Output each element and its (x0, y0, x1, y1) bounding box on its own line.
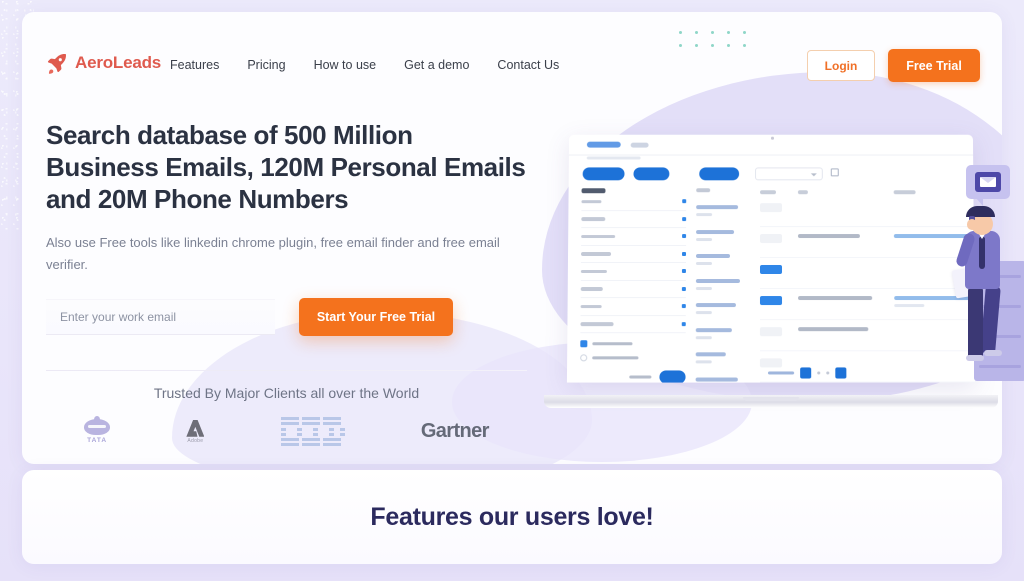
brand-name: AeroLeads (75, 53, 162, 72)
ibm-logo (280, 417, 345, 447)
legs (966, 284, 1002, 361)
decorative-dot-grid (679, 31, 759, 57)
app-tab-placeholder (630, 142, 649, 148)
app-dropdown[interactable] (755, 167, 823, 181)
nav-links: Features Pricing How to use Get a demo C… (170, 58, 559, 72)
trusted-heading: Trusted By Major Clients all over the Wo… (153, 385, 420, 401)
adobe-label: Adobe (187, 437, 204, 444)
tata-logo: TATA (84, 416, 111, 445)
filter-row (580, 315, 686, 334)
hero-card: AeroLeads Features Pricing How to use Ge… (22, 12, 1002, 464)
app-secondary-button[interactable] (633, 167, 670, 181)
nav-link-features[interactable]: Features (170, 58, 219, 72)
hero-copy: Search database of 500 Million Business … (46, 120, 531, 336)
app-tertiary-button[interactable] (699, 167, 740, 181)
phone-numbers-checkbox[interactable] (580, 354, 685, 362)
laptop-base (544, 395, 998, 408)
table-pagination[interactable] (767, 367, 847, 379)
app-logo-placeholder (586, 141, 621, 148)
signup-form: Start Your Free Trial (46, 298, 453, 336)
filter-row (580, 262, 686, 281)
nav-link-contact-us[interactable]: Contact Us (497, 58, 559, 72)
nav-actions: Login Free Trial (807, 49, 980, 82)
emails-present-checkbox[interactable] (580, 340, 685, 348)
page-title: Search database of 500 Million Business … (46, 120, 526, 214)
tata-label: TATA (87, 437, 108, 445)
tata-mark-icon (84, 416, 111, 436)
gartner-logo: Gartner (420, 420, 490, 443)
filter-row (580, 245, 687, 263)
brand-logo[interactable]: AeroLeads (46, 52, 161, 74)
name-cell (696, 229, 752, 241)
adobe-logo: Adobe (186, 419, 205, 444)
total-results-label (767, 371, 795, 375)
filter-actions (580, 370, 686, 383)
features-heading: Features our users love! (370, 502, 654, 531)
work-email-input[interactable] (46, 299, 275, 335)
hand (967, 219, 977, 230)
name-cell (696, 205, 752, 217)
login-button[interactable]: Login (807, 50, 875, 81)
businessman-illustration (940, 165, 1024, 410)
page-prev-button[interactable] (800, 367, 812, 379)
apply-filters-button[interactable] (659, 370, 686, 383)
nav-link-pricing[interactable]: Pricing (247, 58, 285, 72)
top-navigation: AeroLeads Features Pricing How to use Ge… (22, 12, 1002, 92)
hero-subheading: Also use Free tools like linkedin chrome… (46, 234, 500, 273)
filter-row (581, 210, 687, 229)
laptop-notch (743, 397, 799, 401)
name-cell (695, 303, 752, 315)
free-trial-button[interactable]: Free Trial (888, 49, 980, 82)
nav-link-get-a-demo[interactable]: Get a demo (404, 58, 469, 72)
app-primary-button[interactable] (582, 167, 625, 181)
start-free-trial-button[interactable]: Start Your Free Trial (299, 298, 453, 336)
app-subtitle-placeholder (586, 156, 641, 160)
filter-row (581, 193, 687, 211)
laptop-screen (566, 134, 976, 383)
name-cell (695, 377, 752, 383)
product-screenshot-laptop (544, 134, 998, 408)
rocket-icon (47, 54, 66, 74)
name-cell (695, 254, 752, 265)
section-divider (46, 370, 527, 371)
reset-filters-button[interactable] (629, 375, 652, 379)
app-action-buttons (582, 167, 740, 181)
adobe-mark-icon (186, 419, 205, 437)
filter-row (581, 228, 687, 246)
message-bubble-icon (966, 165, 1010, 206)
name-cell (695, 327, 752, 339)
features-heading-wrap: Features our users love! (22, 470, 1002, 564)
filter-row (580, 298, 686, 316)
app-filters-panel (580, 188, 687, 383)
page-next-button[interactable] (835, 367, 847, 379)
page-root: AeroLeads Features Pricing How to use Ge… (0, 0, 1024, 581)
necktie (979, 237, 985, 269)
name-cell (695, 352, 752, 364)
edit-icon[interactable] (830, 168, 839, 177)
client-logo-row: TATA Adobe Gartner (46, 416, 527, 447)
name-column-header (696, 188, 711, 192)
name-cell (695, 278, 752, 290)
app-topbar (568, 134, 974, 156)
filter-row (580, 280, 686, 299)
app-name-column (695, 188, 752, 383)
features-section-card: Features our users love! (22, 470, 1002, 564)
nav-link-how-to-use[interactable]: How to use (314, 58, 377, 72)
